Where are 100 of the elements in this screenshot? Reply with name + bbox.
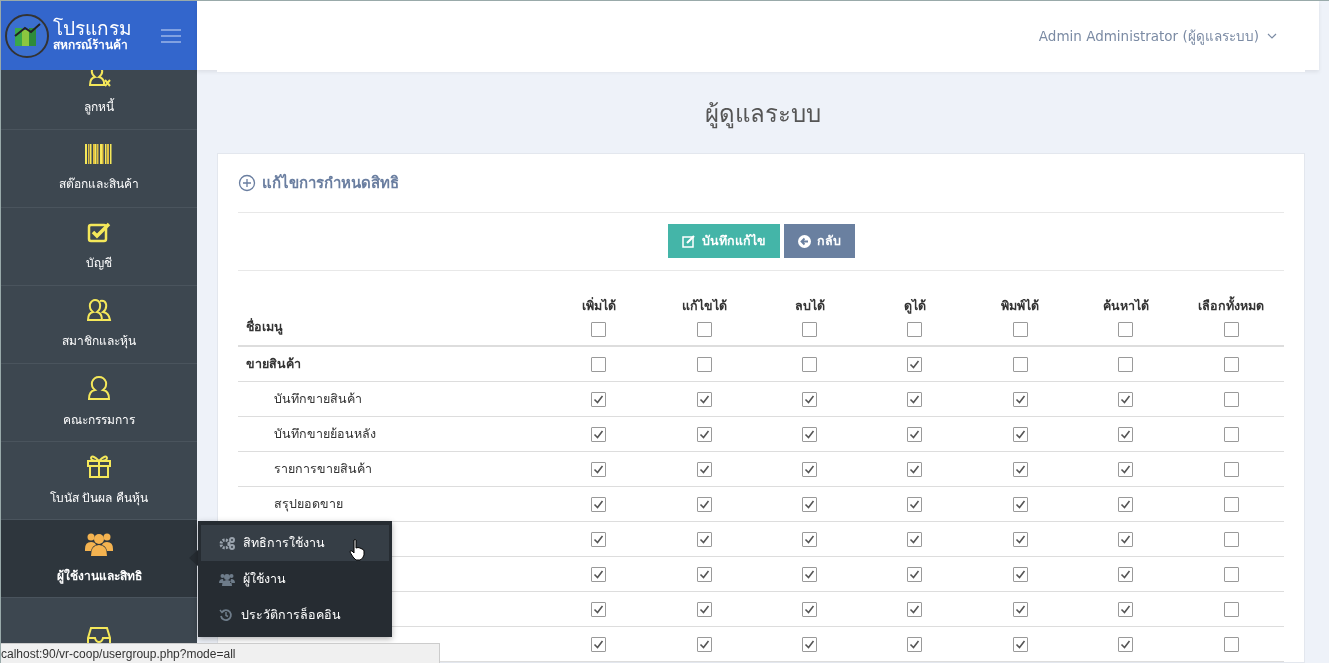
checkbox[interactable] bbox=[1223, 532, 1239, 547]
checkbox[interactable] bbox=[591, 322, 607, 337]
gears-icon bbox=[219, 536, 235, 550]
checkbox[interactable] bbox=[1118, 392, 1134, 407]
column-header: ดูได้ bbox=[902, 297, 927, 316]
checkbox[interactable] bbox=[696, 427, 712, 442]
checkbox[interactable] bbox=[696, 322, 712, 337]
user-menu[interactable]: Admin Administrator (ผู้ดูแลระบบ) bbox=[1032, 23, 1283, 48]
menu-name: ขายสินค้า bbox=[246, 356, 301, 371]
user-x-icon bbox=[86, 70, 112, 87]
checkbox[interactable] bbox=[1012, 462, 1028, 477]
checkbox[interactable] bbox=[696, 462, 712, 477]
submenu-item[interactable]: ประวัติการล็อคอิน bbox=[201, 597, 389, 633]
checkbox[interactable] bbox=[696, 567, 712, 582]
checkbox[interactable] bbox=[907, 602, 923, 617]
checkbox[interactable] bbox=[907, 532, 923, 547]
checkbox[interactable] bbox=[802, 427, 818, 442]
checkbox[interactable] bbox=[802, 532, 818, 547]
card-title: แก้ไขการกำหนดสิทธิ bbox=[262, 172, 399, 194]
column-header: แก้ไขได้ bbox=[680, 297, 728, 315]
app-subtitle: สหกรณ์ร้านค้า bbox=[53, 39, 129, 52]
sidebar-item[interactable]: ผู้ใช้งานและสิทธิ bbox=[1, 520, 197, 598]
checkbox[interactable] bbox=[591, 567, 607, 582]
checkbox[interactable] bbox=[1223, 357, 1239, 372]
checkbox[interactable] bbox=[1012, 532, 1028, 547]
checkbox[interactable] bbox=[907, 392, 923, 407]
checkbox[interactable] bbox=[696, 392, 712, 407]
checkbox[interactable] bbox=[907, 427, 923, 442]
checkbox[interactable] bbox=[591, 357, 607, 372]
checkbox[interactable] bbox=[802, 462, 818, 477]
checkbox[interactable] bbox=[1223, 497, 1239, 512]
sidebar-item[interactable]: ลูกหนี้ bbox=[1, 70, 197, 130]
checkbox[interactable] bbox=[1012, 427, 1028, 442]
checkbox[interactable] bbox=[1118, 532, 1134, 547]
checkbox[interactable] bbox=[907, 637, 923, 652]
checkbox[interactable] bbox=[907, 322, 923, 337]
checkbox[interactable] bbox=[591, 532, 607, 547]
logo-icon bbox=[5, 13, 49, 58]
checkbox[interactable] bbox=[907, 567, 923, 582]
checkbox[interactable] bbox=[802, 357, 818, 372]
checkbox[interactable] bbox=[1118, 462, 1134, 477]
checkbox[interactable] bbox=[696, 637, 712, 652]
checkbox[interactable] bbox=[802, 637, 818, 652]
checkbox[interactable] bbox=[802, 567, 818, 582]
checkbox[interactable] bbox=[591, 602, 607, 617]
checkbox[interactable] bbox=[1223, 392, 1239, 407]
column-header: เลือกทั้งหมด bbox=[1197, 296, 1266, 315]
checkbox[interactable] bbox=[907, 497, 923, 512]
checkbox[interactable] bbox=[802, 322, 818, 337]
checkbox[interactable] bbox=[802, 497, 818, 512]
checkbox[interactable] bbox=[802, 392, 818, 407]
checkbox[interactable] bbox=[1223, 602, 1239, 617]
checkbox[interactable] bbox=[1012, 567, 1028, 582]
checkbox[interactable] bbox=[1118, 497, 1134, 512]
checkbox[interactable] bbox=[907, 462, 923, 477]
column-header: ชื่อเมนู bbox=[246, 319, 283, 334]
checkbox[interactable] bbox=[1223, 567, 1239, 582]
column-header: เพิ่มได้ bbox=[580, 296, 617, 315]
checkbox-icon bbox=[87, 221, 111, 243]
submenu-item[interactable]: ผู้ใช้งาน bbox=[201, 561, 389, 597]
checkbox[interactable] bbox=[1223, 637, 1239, 652]
checkbox[interactable] bbox=[1118, 602, 1134, 617]
status-url: calhost:90/vr-coop/usergroup.php?mode=all bbox=[1, 643, 440, 663]
checkbox[interactable] bbox=[1118, 357, 1134, 372]
users-icon bbox=[86, 299, 112, 321]
checkbox[interactable] bbox=[591, 427, 607, 442]
checkbox[interactable] bbox=[1223, 462, 1239, 477]
checkbox[interactable] bbox=[1012, 357, 1028, 372]
back-button[interactable]: กลับ bbox=[783, 224, 855, 258]
checkbox[interactable] bbox=[591, 637, 607, 652]
checkbox[interactable] bbox=[591, 392, 607, 407]
checkbox[interactable] bbox=[696, 357, 712, 372]
checkbox[interactable] bbox=[591, 462, 607, 477]
checkbox[interactable] bbox=[696, 532, 712, 547]
checkbox[interactable] bbox=[1223, 427, 1239, 442]
checkbox[interactable] bbox=[1118, 427, 1134, 442]
column-header: พิมพ์ได้ bbox=[1000, 297, 1041, 315]
column-header: ค้นหาได้ bbox=[1101, 297, 1150, 315]
checkbox[interactable] bbox=[591, 497, 607, 512]
checkbox[interactable] bbox=[1012, 392, 1028, 407]
checkbox[interactable] bbox=[1012, 322, 1028, 337]
menu-name: รายการขายสินค้า bbox=[274, 461, 372, 476]
checkbox[interactable] bbox=[1118, 637, 1134, 652]
checkbox[interactable] bbox=[1118, 567, 1134, 582]
menu-name: สรุปยอดขาย bbox=[274, 496, 343, 511]
checkbox[interactable] bbox=[1012, 602, 1028, 617]
checkbox[interactable] bbox=[1012, 637, 1028, 652]
users-icon bbox=[85, 532, 113, 556]
user-icon bbox=[87, 376, 111, 400]
page-title: ผู้ดูแลระบบ bbox=[704, 99, 822, 131]
checkbox[interactable] bbox=[1012, 497, 1028, 512]
checkbox[interactable] bbox=[907, 357, 923, 372]
checkbox[interactable] bbox=[1118, 322, 1134, 337]
checkbox[interactable] bbox=[802, 602, 818, 617]
chevron-down-icon bbox=[1267, 32, 1277, 39]
checkbox[interactable] bbox=[696, 602, 712, 617]
submenu-item[interactable]: สิทธิการใช้งาน bbox=[201, 525, 389, 561]
arrow-left-circle-icon bbox=[797, 234, 811, 248]
checkbox[interactable] bbox=[696, 497, 712, 512]
checkbox[interactable] bbox=[1223, 322, 1239, 337]
